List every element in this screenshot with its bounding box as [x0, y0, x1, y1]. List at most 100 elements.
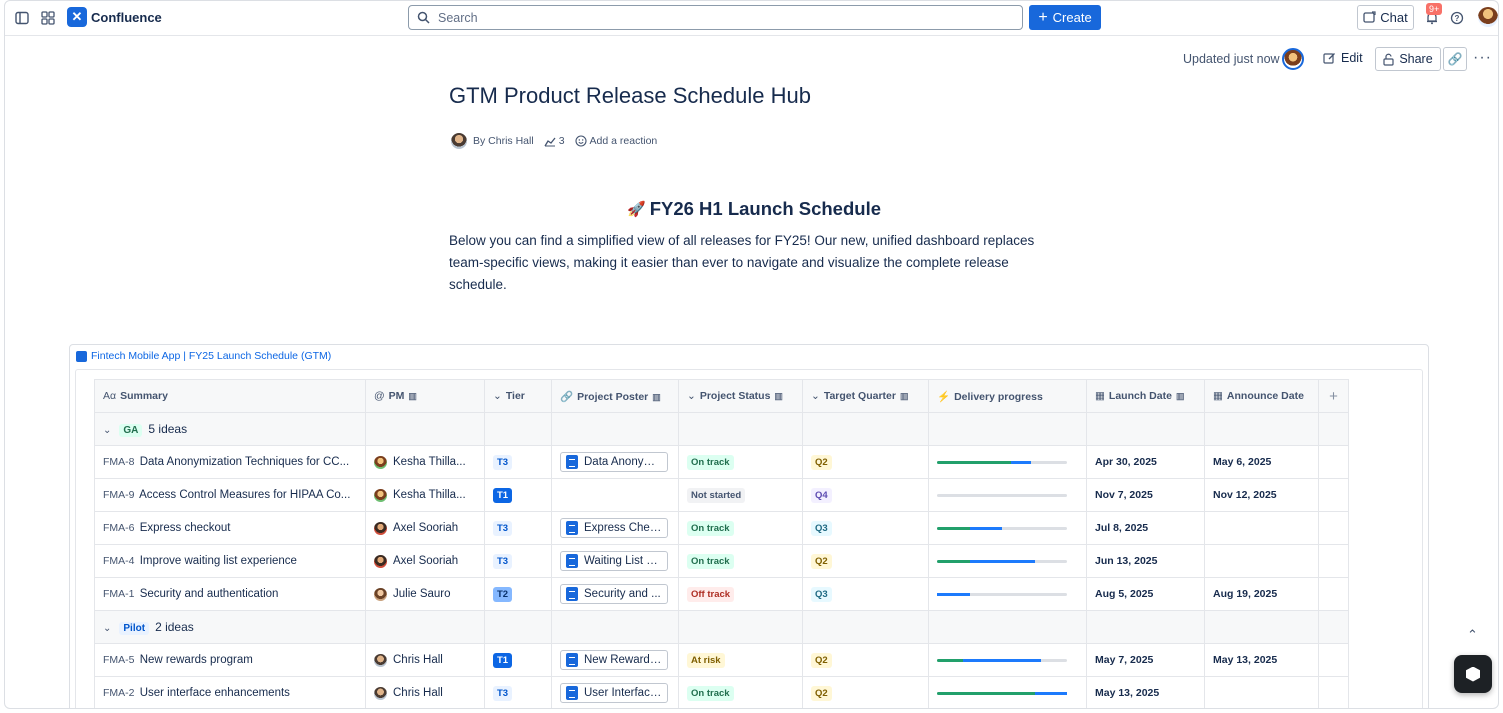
tier-cell[interactable]: T3 [484, 445, 552, 479]
announce-date-cell[interactable]: May 6, 2025 [1204, 445, 1319, 479]
add-reaction-button[interactable]: Add a reaction [574, 135, 657, 147]
summary-cell[interactable]: FMA-1 Security and authentication [94, 577, 366, 611]
project-poster-cell[interactable]: New Rewards ... [551, 643, 679, 677]
project-status-cell[interactable]: On track [678, 676, 803, 708]
project-poster-link[interactable]: New Rewards ... [560, 650, 668, 670]
project-poster-link[interactable]: Security and ... [560, 584, 668, 604]
column-header-announce-date[interactable]: ▦ Announce Date [1204, 379, 1319, 413]
delivery-progress-cell[interactable] [928, 511, 1087, 545]
launch-date-cell[interactable]: Jul 8, 2025 [1086, 511, 1205, 545]
delivery-progress-cell[interactable] [928, 544, 1087, 578]
project-status-cell[interactable]: At risk [678, 643, 803, 677]
launch-date-cell[interactable]: Jun 13, 2025 [1086, 544, 1205, 578]
project-poster-link[interactable]: User Interface... [560, 683, 668, 703]
project-status-cell[interactable]: On track [678, 511, 803, 545]
project-poster-cell[interactable]: Waiting List R... [551, 544, 679, 578]
summary-cell[interactable]: FMA-9 Access Control Measures for HIPAA … [94, 478, 366, 512]
announce-date-cell[interactable]: May 13, 2025 [1204, 643, 1319, 677]
chevron-down-icon[interactable]: ⌄ [103, 425, 111, 436]
tier-cell[interactable]: T3 [484, 676, 552, 708]
group-row[interactable]: ⌄ Pilot 2 ideas [94, 610, 1349, 644]
scroll-to-top-icon[interactable]: ⌃ [1467, 627, 1478, 643]
delivery-progress-cell[interactable] [928, 643, 1087, 677]
project-status-cell[interactable]: Off track [678, 577, 803, 611]
delivery-progress-cell[interactable] [928, 478, 1087, 512]
table-row[interactable]: FMA-6 Express checkout Axel Sooriah T3 Expr… [94, 511, 1349, 545]
launch-date-cell[interactable]: Apr 30, 2025 [1086, 445, 1205, 479]
project-poster-cell[interactable]: Security and ... [551, 577, 679, 611]
announce-date-cell[interactable]: Nov 12, 2025 [1204, 478, 1319, 512]
copy-link-icon[interactable]: 🔗 [1443, 47, 1467, 71]
delivery-progress-cell[interactable] [928, 676, 1087, 708]
target-quarter-cell[interactable]: Q2 [802, 544, 929, 578]
project-status-cell[interactable]: On track [678, 544, 803, 578]
target-quarter-cell[interactable]: Q3 [802, 511, 929, 545]
target-quarter-cell[interactable]: Q2 [802, 643, 929, 677]
idea-key[interactable]: FMA-6 [103, 522, 135, 534]
idea-summary[interactable]: Express checkout [140, 522, 231, 534]
column-header-target-quarter[interactable]: ⌄ Target Quarter ▥ [802, 379, 929, 413]
tier-cell[interactable]: T1 [484, 478, 552, 512]
table-row[interactable]: FMA-8 Data Anonymization Techniques for … [94, 445, 1349, 479]
group-header-cell[interactable]: ⌄ GA 5 ideas [94, 412, 366, 446]
table-row[interactable]: FMA-9 Access Control Measures for HIPAA … [94, 478, 1349, 512]
collaborator-avatar[interactable] [1282, 48, 1304, 70]
target-quarter-cell[interactable]: Q3 [802, 577, 929, 611]
idea-summary[interactable]: Access Control Measures for HIPAA Co... [139, 489, 350, 501]
pm-cell[interactable]: Kesha Thilla... [365, 478, 485, 512]
summary-cell[interactable]: FMA-5 New rewards program [94, 643, 366, 677]
more-actions-icon[interactable]: ··· [1473, 49, 1492, 67]
profile-avatar[interactable] [1478, 7, 1498, 27]
table-row[interactable]: FMA-2 User interface enhancements Chris H… [94, 676, 1349, 708]
pm-cell[interactable]: Chris Hall [365, 643, 485, 677]
launch-date-cell[interactable]: May 7, 2025 [1086, 643, 1205, 677]
column-header-pm[interactable]: @ PM ▥ [365, 379, 485, 413]
table-row[interactable]: FMA-4 Improve waiting list experience Axe… [94, 544, 1349, 578]
product-name[interactable]: Confluence [91, 10, 162, 25]
project-poster-cell[interactable]: Data Anonymi... [551, 445, 679, 479]
idea-summary[interactable]: Improve waiting list experience [140, 555, 297, 567]
app-switcher-icon[interactable] [39, 9, 57, 27]
idea-key[interactable]: FMA-5 [103, 654, 135, 666]
idea-summary[interactable]: Security and authentication [140, 588, 279, 600]
add-column-button[interactable]: + [1318, 379, 1349, 413]
edit-button[interactable]: Edit [1323, 51, 1363, 65]
announce-date-cell[interactable] [1204, 511, 1319, 545]
summary-cell[interactable]: FMA-8 Data Anonymization Techniques for … [94, 445, 366, 479]
announce-date-cell[interactable] [1204, 676, 1319, 708]
idea-summary[interactable]: User interface enhancements [140, 687, 290, 699]
chat-button[interactable]: Chat [1357, 5, 1414, 30]
announce-date-cell[interactable]: Aug 19, 2025 [1204, 577, 1319, 611]
summary-cell[interactable]: FMA-6 Express checkout [94, 511, 366, 545]
announce-date-cell[interactable] [1204, 544, 1319, 578]
column-header-project-status[interactable]: ⌄ Project Status ▥ [678, 379, 803, 413]
idea-key[interactable]: FMA-9 [103, 489, 135, 501]
tier-cell[interactable]: T3 [484, 511, 552, 545]
share-button[interactable]: Share [1375, 47, 1441, 71]
idea-key[interactable]: FMA-8 [103, 456, 135, 468]
column-header-launch-date[interactable]: ▦ Launch Date ▥ [1086, 379, 1205, 413]
project-poster-cell[interactable] [551, 478, 679, 512]
idea-summary[interactable]: Data Anonymization Techniques for CC... [140, 456, 349, 468]
embed-source-link[interactable]: Fintech Mobile App | FY25 Launch Schedul… [76, 350, 331, 362]
pm-cell[interactable]: Kesha Thilla... [365, 445, 485, 479]
project-poster-link[interactable]: Express Chec... [560, 518, 668, 538]
idea-summary[interactable]: New rewards program [140, 654, 253, 666]
table-row[interactable]: FMA-1 Security and authentication Julie S… [94, 577, 1349, 611]
group-row[interactable]: ⌄ GA 5 ideas [94, 412, 1349, 446]
tier-cell[interactable]: T3 [484, 544, 552, 578]
column-header-project-poster[interactable]: 🔗 Project Poster ▥ [551, 379, 679, 413]
target-quarter-cell[interactable]: Q2 [802, 445, 929, 479]
project-status-cell[interactable]: Not started [678, 478, 803, 512]
pm-cell[interactable]: Chris Hall [365, 676, 485, 708]
create-button[interactable]: + Create [1029, 5, 1101, 30]
project-poster-cell[interactable]: Express Chec... [551, 511, 679, 545]
column-header-delivery-progress[interactable]: ⚡ Delivery progress [928, 379, 1087, 413]
group-header-cell[interactable]: ⌄ Pilot 2 ideas [94, 610, 366, 644]
delivery-progress-cell[interactable] [928, 577, 1087, 611]
target-quarter-cell[interactable]: Q4 [802, 478, 929, 512]
project-poster-cell[interactable]: User Interface... [551, 676, 679, 708]
confluence-logo-icon[interactable]: ✕ [67, 7, 87, 27]
pm-cell[interactable]: Julie Sauro [365, 577, 485, 611]
page-views[interactable]: 3 [544, 135, 565, 147]
